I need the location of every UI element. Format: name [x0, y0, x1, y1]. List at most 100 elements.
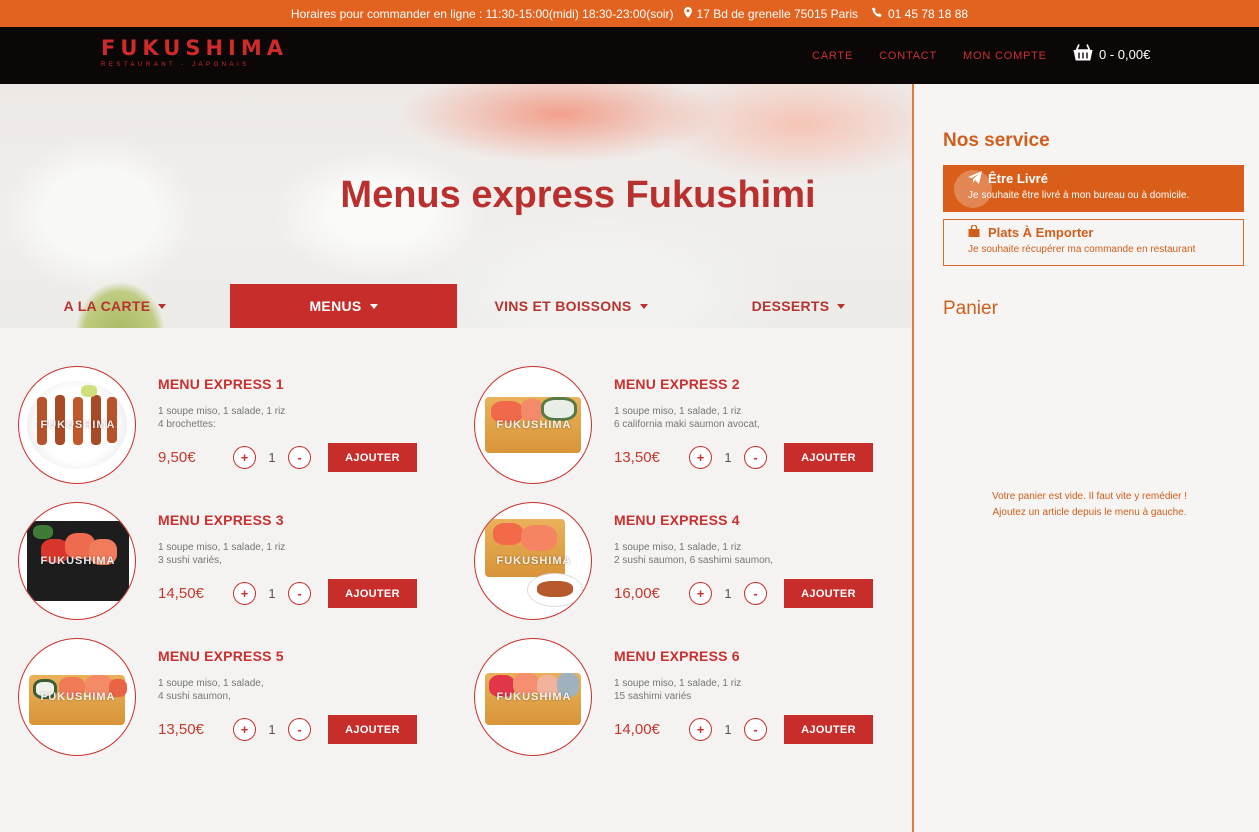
services-title: Nos service — [943, 130, 1050, 151]
product-card: FUKUSHIMA MENU EXPRESS 2 1 soupe miso, 1… — [474, 366, 914, 486]
tab-a-la-carte[interactable]: A LA CARTE — [0, 284, 230, 328]
product-name: MENU EXPRESS 2 — [614, 376, 740, 392]
takeaway-description: Je souhaite récupérer ma commande en res… — [968, 244, 1196, 255]
category-tabs: A LA CARTE MENUS VINS ET BOISSONS DESSER… — [0, 284, 912, 328]
add-to-cart-button[interactable]: AJOUTER — [328, 579, 417, 608]
paper-plane-icon — [968, 171, 982, 187]
product-price: 14,00€ — [614, 721, 660, 738]
cart-total: 0 - 0,00€ — [1099, 46, 1151, 62]
sidebar: Nos service Être Livré Je souhaite être … — [912, 84, 1259, 832]
nav-contact[interactable]: CONTACT — [879, 50, 937, 62]
product-price: 13,50€ — [614, 449, 660, 466]
address-text: 17 Bd de grenelle 75015 Paris — [696, 6, 858, 21]
delivery-option[interactable]: Être Livré Je souhaite être livré à mon … — [943, 165, 1244, 212]
logo-tagline: RESTAURANT - JAPONAIS — [101, 62, 250, 68]
product-name: MENU EXPRESS 3 — [158, 512, 284, 528]
delivery-title: Être Livré — [988, 171, 1048, 186]
add-to-cart-button[interactable]: AJOUTER — [784, 715, 873, 744]
decrease-quantity-button[interactable]: - — [744, 582, 767, 605]
increase-quantity-button[interactable]: + — [689, 582, 712, 605]
add-to-cart-button[interactable]: AJOUTER — [784, 579, 873, 608]
increase-quantity-button[interactable]: + — [233, 718, 256, 741]
watermark: FUKUSHIMA — [496, 419, 572, 431]
product-description: 1 soupe miso, 1 salade, 1 riz 6 californi… — [614, 406, 760, 430]
product-image[interactable]: FUKUSHIMA — [474, 638, 592, 756]
map-marker-icon — [683, 6, 692, 21]
product-description: 1 soupe miso, 1 salade, 1 riz 3 sushi var… — [158, 542, 286, 566]
product-name: MENU EXPRESS 6 — [614, 648, 740, 664]
phone-icon — [872, 7, 883, 21]
product-price: 9,50€ — [158, 449, 196, 466]
quantity-value: 1 — [268, 722, 276, 737]
product-description: 1 soupe miso, 1 salade, 4 sushi saumon, — [158, 678, 264, 702]
watermark: FUKUSHIMA — [496, 555, 572, 567]
product-card: FUKUSHIMA MENU EXPRESS 5 1 soupe miso, 1… — [18, 638, 458, 758]
product-card: FUKUSHIMA MENU EXPRESS 3 1 soupe miso, 1… — [18, 502, 458, 622]
tab-label: VINS ET BOISSONS — [494, 298, 632, 314]
product-image[interactable]: FUKUSHIMA — [18, 638, 136, 756]
product-name: MENU EXPRESS 5 — [158, 648, 284, 664]
product-image[interactable]: FUKUSHIMA — [18, 502, 136, 620]
add-to-cart-button[interactable]: AJOUTER — [784, 443, 873, 472]
product-description: 1 soupe miso, 1 salade, 1 riz 15 sashimi … — [614, 678, 742, 702]
tab-menus[interactable]: MENUS — [230, 284, 457, 328]
product-price: 14,50€ — [158, 585, 204, 602]
watermark: FUKUSHIMA — [40, 555, 116, 567]
shopping-bag-icon — [968, 224, 980, 240]
nav-mon-compte[interactable]: MON COMPTE — [963, 50, 1047, 62]
add-to-cart-button[interactable]: AJOUTER — [328, 443, 417, 472]
product-price: 13,50€ — [158, 721, 204, 738]
takeaway-title: Plats À Emporter — [988, 225, 1094, 240]
product-card: FUKUSHIMA MENU EXPRESS 1 1 soupe miso, 1… — [18, 366, 458, 486]
caret-down-icon — [158, 303, 167, 309]
product-image[interactable]: FUKUSHIMA — [474, 502, 592, 620]
phone-number[interactable]: 01 45 78 18 88 — [888, 7, 968, 21]
product-name: MENU EXPRESS 1 — [158, 376, 284, 392]
product-card: FUKUSHIMA MENU EXPRESS 4 1 soupe miso, 1… — [474, 502, 914, 622]
opening-hours: Horaires pour commander en ligne : 11:30… — [290, 6, 674, 21]
product-image[interactable]: FUKUSHIMA — [18, 366, 136, 484]
decrease-quantity-button[interactable]: - — [744, 446, 767, 469]
product-description: 1 soupe miso, 1 salade, 1 riz 4 brochette… — [158, 406, 286, 430]
tab-label: DESSERTS — [751, 298, 830, 314]
quantity-value: 1 — [724, 722, 732, 737]
add-to-cart-button[interactable]: AJOUTER — [328, 715, 417, 744]
increase-quantity-button[interactable]: + — [233, 446, 256, 469]
product-card: FUKUSHIMA MENU EXPRESS 6 1 soupe miso, 1… — [474, 638, 914, 758]
watermark: FUKUSHIMA — [496, 691, 572, 703]
decrease-quantity-button[interactable]: - — [288, 718, 311, 741]
increase-quantity-button[interactable]: + — [233, 582, 256, 605]
takeaway-option[interactable]: Plats À Emporter Je souhaite récupérer m… — [943, 219, 1244, 266]
basket-icon — [1073, 44, 1093, 64]
quantity-value: 1 — [724, 450, 732, 465]
page-title: Menus express Fukushimi — [340, 174, 816, 216]
delivery-description: Je souhaite être livré à mon bureau ou à… — [968, 190, 1190, 201]
caret-down-icon — [369, 303, 378, 309]
caret-down-icon — [639, 303, 648, 309]
nav-carte[interactable]: CARTE — [812, 50, 853, 62]
site-logo[interactable]: FUKUSHIMA RESTAURANT - JAPONAIS — [101, 36, 301, 68]
cart-button[interactable]: 0 - 0,00€ — [1073, 44, 1150, 64]
decrease-quantity-button[interactable]: - — [744, 718, 767, 741]
increase-quantity-button[interactable]: + — [689, 718, 712, 741]
top-info-bar: Horaires pour commander en ligne : 11:30… — [0, 0, 1259, 27]
decrease-quantity-button[interactable]: - — [288, 582, 311, 605]
watermark: FUKUSHIMA — [40, 691, 116, 703]
quantity-value: 1 — [268, 586, 276, 601]
quantity-value: 1 — [268, 450, 276, 465]
main-nav: CARTE CONTACT MON COMPTE — [812, 27, 1073, 84]
site-header: FUKUSHIMA RESTAURANT - JAPONAIS CARTE CO… — [0, 27, 1259, 84]
logo-text: FUKUSHIMA — [101, 36, 289, 60]
tab-label: A LA CARTE — [63, 298, 151, 314]
watermark: FUKUSHIMA — [40, 419, 116, 431]
product-name: MENU EXPRESS 4 — [614, 512, 740, 528]
caret-down-icon — [837, 303, 846, 309]
tab-desserts[interactable]: DESSERTS — [685, 284, 912, 328]
product-price: 16,00€ — [614, 585, 660, 602]
decrease-quantity-button[interactable]: - — [288, 446, 311, 469]
empty-cart-message: Votre panier est vide. Il faut vite y re… — [991, 491, 1188, 518]
cart-title: Panier — [943, 298, 998, 319]
tab-vins-et-boissons[interactable]: VINS ET BOISSONS — [457, 284, 685, 328]
product-image[interactable]: FUKUSHIMA — [474, 366, 592, 484]
increase-quantity-button[interactable]: + — [689, 446, 712, 469]
